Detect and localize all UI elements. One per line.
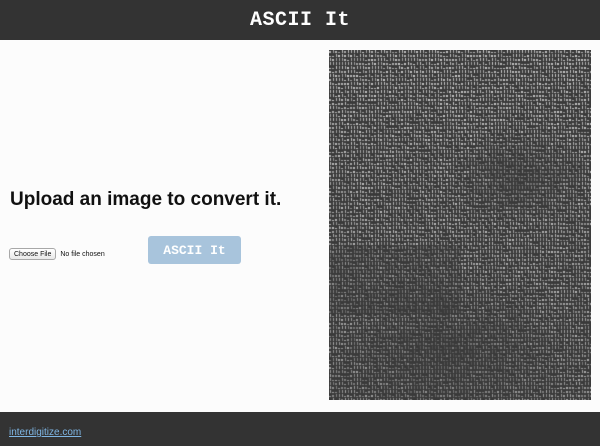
file-input-row: Choose File No file chosen	[9, 248, 105, 260]
app-title: ASCII It	[249, 8, 350, 32]
ascii-art-canvas	[329, 50, 591, 400]
top-bar: ASCII It	[0, 0, 600, 40]
upload-prompt-heading: Upload an image to convert it.	[10, 189, 282, 210]
footer-bar: interdigitize.com	[0, 412, 600, 446]
ascii-it-button[interactable]: ASCII It	[148, 236, 241, 264]
choose-file-button[interactable]: Choose File	[9, 248, 57, 260]
file-status-text: No file chosen	[60, 250, 105, 258]
ascii-art-output	[329, 50, 591, 400]
footer-link[interactable]: interdigitize.com	[9, 427, 81, 438]
